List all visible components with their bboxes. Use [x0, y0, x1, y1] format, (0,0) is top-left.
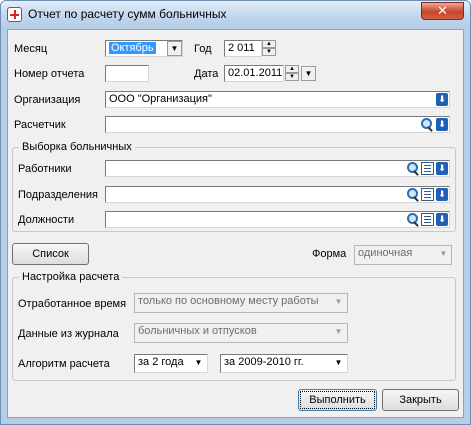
- year-spinner[interactable]: ▲ ▼: [262, 40, 276, 57]
- calculator-select-arrow-icon[interactable]: ⬇: [436, 118, 448, 131]
- form-type-chevron-down-icon[interactable]: ▼: [436, 247, 451, 262]
- window-title: Отчет по расчету сумм больничных: [28, 7, 227, 21]
- organization-input[interactable]: ООО "Организация": [105, 91, 450, 108]
- departments-list-icon[interactable]: [421, 188, 434, 201]
- departments-label: Подразделения: [18, 189, 98, 201]
- departments-input[interactable]: [105, 186, 450, 203]
- report-window: Отчет по расчету сумм больничных ✕ Месяц…: [0, 0, 471, 425]
- report-number-input[interactable]: [105, 65, 149, 82]
- close-button[interactable]: Закрыть: [382, 389, 459, 411]
- month-label: Месяц: [14, 43, 48, 55]
- journal-label: Данные из журнала: [18, 328, 119, 340]
- period-chevron-down-icon[interactable]: ▼: [331, 356, 346, 371]
- calculator-search-icon[interactable]: [420, 118, 434, 132]
- window-close-button[interactable]: ✕: [421, 2, 464, 20]
- algorithm-chevron-down-icon[interactable]: ▼: [191, 356, 206, 371]
- positions-list-icon[interactable]: [421, 213, 434, 226]
- date-spin-down-icon[interactable]: ▼: [285, 73, 299, 81]
- report-number-label: Номер отчета: [14, 68, 85, 80]
- worked-time-chevron-down-icon[interactable]: ▼: [331, 295, 346, 310]
- run-button[interactable]: Выполнить: [298, 389, 377, 411]
- calculator-label: Расчетчик: [14, 119, 66, 131]
- positions-label: Должности: [18, 214, 75, 226]
- app-icon: [7, 7, 22, 22]
- positions-input[interactable]: [105, 211, 450, 228]
- period-select[interactable]: за 2009-2010 гг.: [220, 354, 348, 373]
- employees-select-arrow-icon[interactable]: ⬇: [436, 162, 448, 175]
- settings-group-title: Настройка расчета: [19, 271, 123, 283]
- date-spin-up-icon[interactable]: ▲: [285, 65, 299, 73]
- positions-select-arrow-icon[interactable]: ⬇: [436, 213, 448, 226]
- employees-input[interactable]: [105, 160, 450, 177]
- journal-chevron-down-icon[interactable]: ▼: [331, 325, 346, 340]
- dialog-body: Месяц Октябрь ▼ Год 2 011 ▲ ▼ Номер отче…: [7, 29, 464, 418]
- journal-select[interactable]: больничных и отпусков: [134, 323, 348, 343]
- employees-list-icon[interactable]: [421, 162, 434, 175]
- month-value: Октябрь: [109, 42, 156, 54]
- departments-select-arrow-icon[interactable]: ⬇: [436, 188, 448, 201]
- date-input[interactable]: 02.01.2011: [224, 65, 284, 82]
- date-chevron-down-icon[interactable]: ▼: [301, 66, 316, 81]
- employees-search-icon[interactable]: [406, 162, 420, 176]
- worked-time-label: Отработанное время: [18, 298, 127, 310]
- year-spin-down-icon[interactable]: ▼: [262, 48, 276, 56]
- selection-group-title: Выборка больничных: [19, 141, 135, 153]
- positions-search-icon[interactable]: [406, 213, 420, 227]
- year-spin-up-icon[interactable]: ▲: [262, 40, 276, 48]
- year-label: Год: [194, 43, 212, 55]
- organization-select-arrow-icon[interactable]: ⬇: [436, 93, 448, 106]
- departments-search-icon[interactable]: [406, 188, 420, 202]
- calculator-input[interactable]: [105, 116, 450, 133]
- date-label: Дата: [194, 68, 219, 80]
- date-spinner[interactable]: ▲ ▼: [285, 65, 299, 82]
- title-bar: Отчет по расчету сумм больничных ✕: [1, 1, 470, 27]
- list-button[interactable]: Список: [12, 243, 89, 265]
- worked-time-select[interactable]: только по основному месту работы: [134, 293, 348, 313]
- year-input[interactable]: 2 011: [224, 40, 262, 57]
- organization-label: Организация: [14, 94, 81, 106]
- form-type-label: Форма: [312, 248, 347, 260]
- employees-label: Работники: [18, 163, 72, 175]
- month-chevron-down-icon[interactable]: ▼: [167, 41, 182, 56]
- algorithm-label: Алгоритм расчета: [18, 358, 110, 370]
